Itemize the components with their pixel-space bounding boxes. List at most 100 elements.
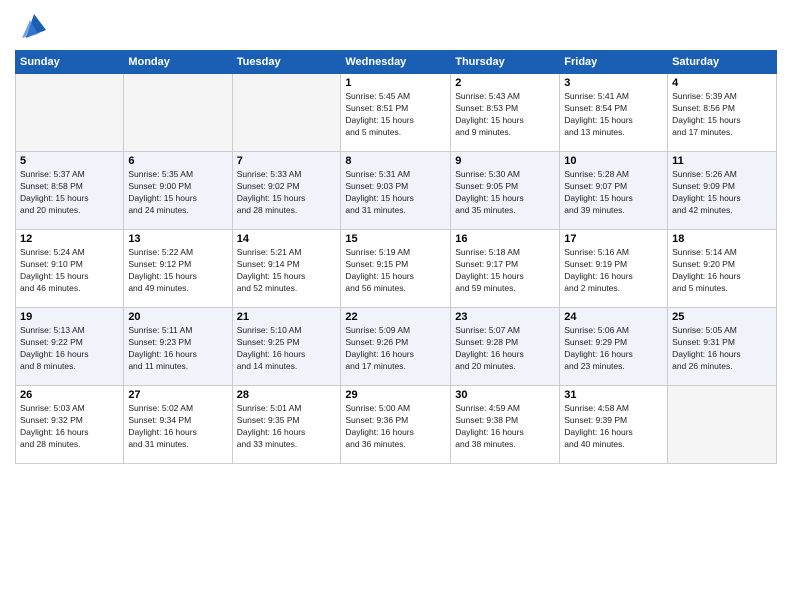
day-number: 29 [345, 389, 446, 401]
day-info: Sunrise: 5:13 AM Sunset: 9:22 PM Dayligh… [20, 325, 119, 373]
day-info: Sunrise: 5:35 AM Sunset: 9:00 PM Dayligh… [128, 169, 227, 217]
day-info: Sunrise: 5:22 AM Sunset: 9:12 PM Dayligh… [128, 247, 227, 295]
day-number: 13 [128, 233, 227, 245]
day-number: 7 [237, 155, 337, 167]
calendar-day: 29 Sunrise: 5:00 AM Sunset: 9:36 PM Dayli… [341, 386, 451, 464]
calendar-day: 17Sunrise: 5:16 AM Sunset: 9:19 PM Dayli… [560, 230, 668, 308]
day-number: 17 [564, 233, 663, 245]
day-number: 14 [237, 233, 337, 245]
day-number: 6 [128, 155, 227, 167]
calendar-day: 27 Sunrise: 5:02 AM Sunset: 9:34 PM Dayli… [124, 386, 232, 464]
calendar-day: 19 Sunrise: 5:13 AM Sunset: 9:22 PM Dayli… [16, 308, 124, 386]
calendar-day [124, 74, 232, 152]
day-info: Sunrise: 5:01 AM Sunset: 9:35 PM Dayligh… [237, 403, 337, 451]
day-info: Sunrise: 5:21 AM Sunset: 9:14 PM Dayligh… [237, 247, 337, 295]
day-number: 22 [345, 311, 446, 323]
column-header-tuesday: Tuesday [232, 51, 341, 74]
day-number: 4 [672, 77, 772, 89]
day-info: Sunrise: 5:24 AM Sunset: 9:10 PM Dayligh… [20, 247, 119, 295]
day-number: 31 [564, 389, 663, 401]
column-header-sunday: Sunday [16, 51, 124, 74]
column-header-wednesday: Wednesday [341, 51, 451, 74]
column-header-saturday: Saturday [668, 51, 777, 74]
calendar-table: SundayMondayTuesdayWednesdayThursdayFrid… [15, 50, 777, 464]
day-info: Sunrise: 5:05 AM Sunset: 9:31 PM Dayligh… [672, 325, 772, 373]
column-header-monday: Monday [124, 51, 232, 74]
calendar-day: 18 Sunrise: 5:14 AM Sunset: 9:20 PM Dayli… [668, 230, 777, 308]
day-info: Sunrise: 5:09 AM Sunset: 9:26 PM Dayligh… [345, 325, 446, 373]
day-info: Sunrise: 5:45 AM Sunset: 8:51 PM Dayligh… [345, 91, 446, 139]
calendar-day: 4 Sunrise: 5:39 AM Sunset: 8:56 PM Daylig… [668, 74, 777, 152]
day-number: 10 [564, 155, 663, 167]
calendar-day: 5 Sunrise: 5:37 AM Sunset: 8:58 PM Daylig… [16, 152, 124, 230]
day-number: 8 [345, 155, 446, 167]
calendar-day: 24 Sunrise: 5:06 AM Sunset: 9:29 PM Dayli… [560, 308, 668, 386]
day-number: 23 [455, 311, 555, 323]
calendar-week-4: 19 Sunrise: 5:13 AM Sunset: 9:22 PM Dayli… [16, 308, 777, 386]
day-info: Sunrise: 4:59 AM Sunset: 9:38 PM Dayligh… [455, 403, 555, 451]
day-info: Sunrise: 5:07 AM Sunset: 9:28 PM Dayligh… [455, 325, 555, 373]
calendar-day: 3Sunrise: 5:41 AM Sunset: 8:54 PM Daylig… [560, 74, 668, 152]
calendar-day: 28 Sunrise: 5:01 AM Sunset: 9:35 PM Dayli… [232, 386, 341, 464]
calendar-day: 16 Sunrise: 5:18 AM Sunset: 9:17 PM Dayli… [451, 230, 560, 308]
calendar-day: 1 Sunrise: 5:45 AM Sunset: 8:51 PM Daylig… [341, 74, 451, 152]
calendar-day: 8 Sunrise: 5:31 AM Sunset: 9:03 PM Daylig… [341, 152, 451, 230]
calendar-header-row: SundayMondayTuesdayWednesdayThursdayFrid… [16, 51, 777, 74]
day-number: 27 [128, 389, 227, 401]
calendar-day: 22 Sunrise: 5:09 AM Sunset: 9:26 PM Dayli… [341, 308, 451, 386]
calendar-day: 26 Sunrise: 5:03 AM Sunset: 9:32 PM Dayli… [16, 386, 124, 464]
day-number: 24 [564, 311, 663, 323]
calendar-day [16, 74, 124, 152]
calendar-day: 11Sunrise: 5:26 AM Sunset: 9:09 PM Dayli… [668, 152, 777, 230]
day-info: Sunrise: 5:19 AM Sunset: 9:15 PM Dayligh… [345, 247, 446, 295]
column-header-friday: Friday [560, 51, 668, 74]
day-info: Sunrise: 5:11 AM Sunset: 9:23 PM Dayligh… [128, 325, 227, 373]
calendar-day: 21 Sunrise: 5:10 AM Sunset: 9:25 PM Dayli… [232, 308, 341, 386]
day-number: 26 [20, 389, 119, 401]
calendar-day: 23 Sunrise: 5:07 AM Sunset: 9:28 PM Dayli… [451, 308, 560, 386]
day-number: 20 [128, 311, 227, 323]
day-number: 19 [20, 311, 119, 323]
calendar-day: 14 Sunrise: 5:21 AM Sunset: 9:14 PM Dayli… [232, 230, 341, 308]
calendar-day: 30Sunrise: 4:59 AM Sunset: 9:38 PM Dayli… [451, 386, 560, 464]
day-info: Sunrise: 5:37 AM Sunset: 8:58 PM Dayligh… [20, 169, 119, 217]
calendar-day: 6 Sunrise: 5:35 AM Sunset: 9:00 PM Daylig… [124, 152, 232, 230]
calendar-week-1: 1 Sunrise: 5:45 AM Sunset: 8:51 PM Daylig… [16, 74, 777, 152]
day-info: Sunrise: 5:30 AM Sunset: 9:05 PM Dayligh… [455, 169, 555, 217]
day-info: Sunrise: 5:00 AM Sunset: 9:36 PM Dayligh… [345, 403, 446, 451]
day-number: 28 [237, 389, 337, 401]
calendar-day: 2 Sunrise: 5:43 AM Sunset: 8:53 PM Daylig… [451, 74, 560, 152]
logo-text [15, 10, 50, 42]
day-number: 21 [237, 311, 337, 323]
calendar-day: 25Sunrise: 5:05 AM Sunset: 9:31 PM Dayli… [668, 308, 777, 386]
day-number: 18 [672, 233, 772, 245]
logo-icon [18, 10, 50, 42]
day-info: Sunrise: 5:06 AM Sunset: 9:29 PM Dayligh… [564, 325, 663, 373]
day-info: Sunrise: 5:39 AM Sunset: 8:56 PM Dayligh… [672, 91, 772, 139]
day-number: 5 [20, 155, 119, 167]
day-info: Sunrise: 5:33 AM Sunset: 9:02 PM Dayligh… [237, 169, 337, 217]
calendar-day: 20 Sunrise: 5:11 AM Sunset: 9:23 PM Dayli… [124, 308, 232, 386]
calendar-day: 10 Sunrise: 5:28 AM Sunset: 9:07 PM Dayli… [560, 152, 668, 230]
day-info: Sunrise: 5:28 AM Sunset: 9:07 PM Dayligh… [564, 169, 663, 217]
day-number: 16 [455, 233, 555, 245]
column-header-thursday: Thursday [451, 51, 560, 74]
calendar-day [668, 386, 777, 464]
day-info: Sunrise: 5:18 AM Sunset: 9:17 PM Dayligh… [455, 247, 555, 295]
day-info: Sunrise: 5:03 AM Sunset: 9:32 PM Dayligh… [20, 403, 119, 451]
day-info: Sunrise: 5:41 AM Sunset: 8:54 PM Dayligh… [564, 91, 663, 139]
calendar-day: 13 Sunrise: 5:22 AM Sunset: 9:12 PM Dayli… [124, 230, 232, 308]
day-info: Sunrise: 5:02 AM Sunset: 9:34 PM Dayligh… [128, 403, 227, 451]
calendar-day: 15 Sunrise: 5:19 AM Sunset: 9:15 PM Dayli… [341, 230, 451, 308]
day-number: 2 [455, 77, 555, 89]
day-info: Sunrise: 5:10 AM Sunset: 9:25 PM Dayligh… [237, 325, 337, 373]
day-info: Sunrise: 5:43 AM Sunset: 8:53 PM Dayligh… [455, 91, 555, 139]
day-info: Sunrise: 5:14 AM Sunset: 9:20 PM Dayligh… [672, 247, 772, 295]
calendar-week-2: 5 Sunrise: 5:37 AM Sunset: 8:58 PM Daylig… [16, 152, 777, 230]
calendar-day: 9Sunrise: 5:30 AM Sunset: 9:05 PM Daylig… [451, 152, 560, 230]
day-info: Sunrise: 5:31 AM Sunset: 9:03 PM Dayligh… [345, 169, 446, 217]
day-number: 15 [345, 233, 446, 245]
day-number: 1 [345, 77, 446, 89]
calendar-week-5: 26 Sunrise: 5:03 AM Sunset: 9:32 PM Dayli… [16, 386, 777, 464]
calendar-day: 7 Sunrise: 5:33 AM Sunset: 9:02 PM Daylig… [232, 152, 341, 230]
